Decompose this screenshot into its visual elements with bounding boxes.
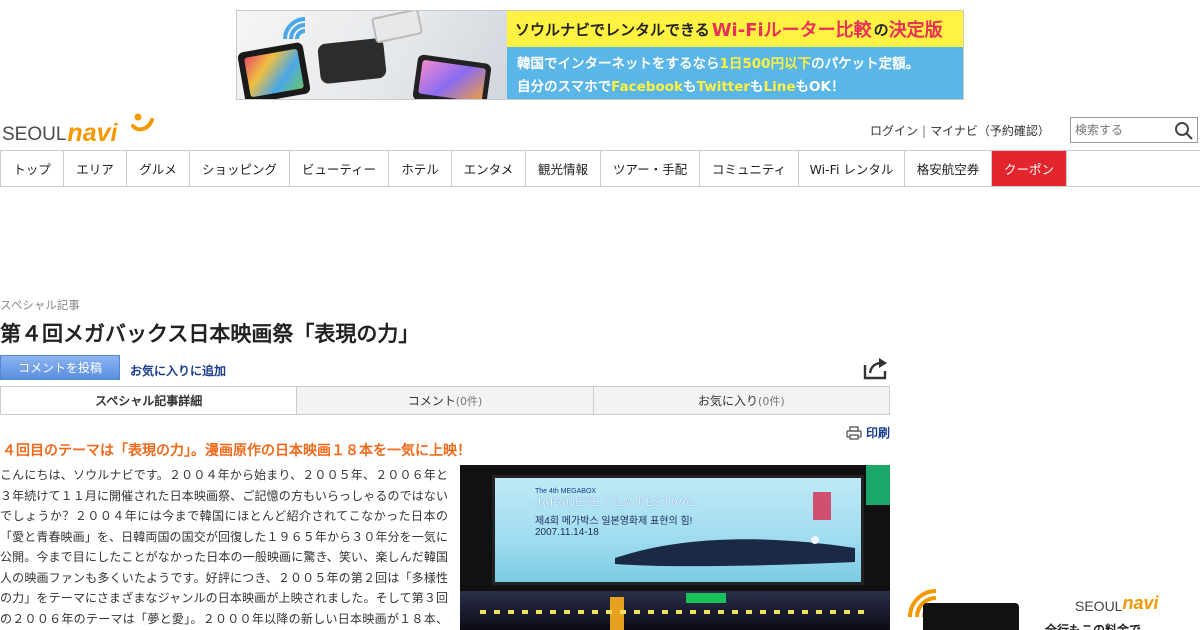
mynavi-link[interactable]: マイナビ（予約確認） [930,124,1050,138]
banner-text: も [683,79,697,95]
nav-item-area[interactable]: エリア [64,151,127,186]
banner-highlight: Wi-Fiルーター比較 [711,20,872,41]
article-body: こんにちは、ソウルナビです。２００４年から始まり、２００５年、２００６年と３年続… [0,468,448,626]
sign-small-text: The 4th MEGABOX [535,488,597,495]
wifi-icon [283,17,306,40]
breadcrumb[interactable]: スペシャル記事 [0,297,80,313]
nav-item-shopping[interactable]: ショッピング [190,151,290,186]
nav-item-airfare[interactable]: 格安航空券 [905,151,992,186]
search-input[interactable] [1075,121,1175,139]
tab-comments[interactable]: コメント (0件) [296,387,593,414]
smartphone-image [237,41,312,99]
banner-text: ソウルナビでレンタルできる [515,20,710,39]
login-link[interactable]: ログイン [870,124,918,138]
banner-headline: ソウルナビでレンタルできる Wi-Fiルーター比較 の 決定版 [507,11,963,47]
share-icon[interactable] [862,356,890,380]
exit-sign [686,593,726,603]
ad-logo: SEOUL navi [1075,593,1159,614]
banner-highlight: Twitter [696,79,751,95]
ad-logo-seoul: SEOUL [1075,598,1123,614]
logo-seoul-text: SEOUL [2,124,67,145]
logo-navi-text: navi [67,119,118,147]
nav-item-entertainment[interactable]: エンタメ [452,151,526,186]
smartphone-image [412,54,492,99]
wifi-router-banner-ad[interactable]: ソウルナビでレンタルできる Wi-Fiルーター比較 の 決定版 韓国でインターネ… [236,10,964,100]
print-label: 印刷 [866,426,891,440]
nav-item-sightseeing[interactable]: 観光情報 [526,151,601,186]
banner-text: もOK！ [795,79,845,95]
sign-title: JAPANESE FILM FESTIVAL [535,495,698,509]
banner-text: のパケット定額。 [811,56,920,72]
banner-photo [237,11,507,99]
printer-icon [846,425,862,440]
tab-label: お気に入り [698,394,759,408]
page-title: 第４回メガバックス日本映画祭「表現の力」 [0,322,420,346]
ad-text: 全行もこの料金で [1045,623,1142,630]
nav-item-beauty[interactable]: ビューティー [290,151,389,186]
banner-highlight: 決定版 [888,20,943,41]
site-logo[interactable]: SEOUL navi [2,112,154,147]
article-tabs: スペシャル記事詳細 コメント (0件) お気に入り (0件) [0,386,890,415]
banner-highlight: Line [763,79,796,95]
user-links: ログイン | マイナビ（予約確認） [870,122,1050,139]
smartphone-image [370,11,424,44]
banner-subtext: 韓国でインターネットをするなら1日500円以下のパケット定額。 自分のスマホでF… [507,49,963,99]
banner-highlight: Facebook [611,79,683,95]
nav-item-hotel[interactable]: ホテル [389,151,452,186]
tab-label: コメント [407,394,456,408]
festival-screen: The 4th MEGABOX JAPANESE FILM FESTIVAL 제… [492,475,864,585]
pink-sign [813,492,831,520]
nav-item-tours[interactable]: ツアー・手配 [601,151,700,186]
add-favorite-link[interactable]: お気に入りに追加 [130,362,226,379]
tab-article-detail[interactable]: スペシャル記事詳細 [1,387,297,414]
search-icon[interactable] [1174,121,1194,141]
print-link[interactable]: 印刷 [846,424,890,441]
banner-text: の [873,20,889,39]
post-comment-button[interactable]: コメントを投稿 [0,355,120,380]
nav-item-top[interactable]: トップ [1,151,64,186]
ad-logo-navi: navi [1122,593,1159,613]
banner-highlight: 1日500円以下 [719,56,812,72]
sign-korean-text: 제4회 메가박스 일본영화제 표현의 힘! [535,516,693,527]
article-lead: ４回目のテーマは「表現の力」。漫画原作の日本映画１８本を一気に上映！ [2,443,471,459]
tab-favorites[interactable]: お気に入り (0件) [592,387,889,414]
tab-label: スペシャル記事詳細 [95,394,203,408]
nav-item-gourmet[interactable]: グルメ [127,151,190,186]
whale-illustration [615,536,855,567]
tab-count: (0件) [455,394,483,408]
nav-item-coupon[interactable]: クーポン [992,151,1067,186]
router-image [923,603,1019,630]
router-image [317,37,387,85]
link-separator: | [922,124,927,138]
main-nav: トップ エリア グルメ ショッピング ビューティー ホテル エンタメ 観光情報 … [0,150,1200,187]
banner-text: 自分のスマホで [517,79,612,95]
nav-item-community[interactable]: コミュニティ [700,151,799,186]
tab-count: (0件) [758,394,785,408]
banner-text: も [750,79,764,95]
nav-item-wifi-rental[interactable]: Wi-Fi レンタル [799,151,905,186]
article-photo-megabox: The 4th MEGABOX JAPANESE FILM FESTIVAL 제… [460,465,890,630]
green-wall [866,465,890,505]
side-wifi-ad[interactable]: SEOUL navi 全行もこの料金で [905,585,1200,630]
banner-text: 韓国でインターネットをするなら [517,56,720,72]
logo-swoosh-icon [131,113,154,132]
lobby-lights [480,610,870,614]
search-box [1070,117,1198,143]
